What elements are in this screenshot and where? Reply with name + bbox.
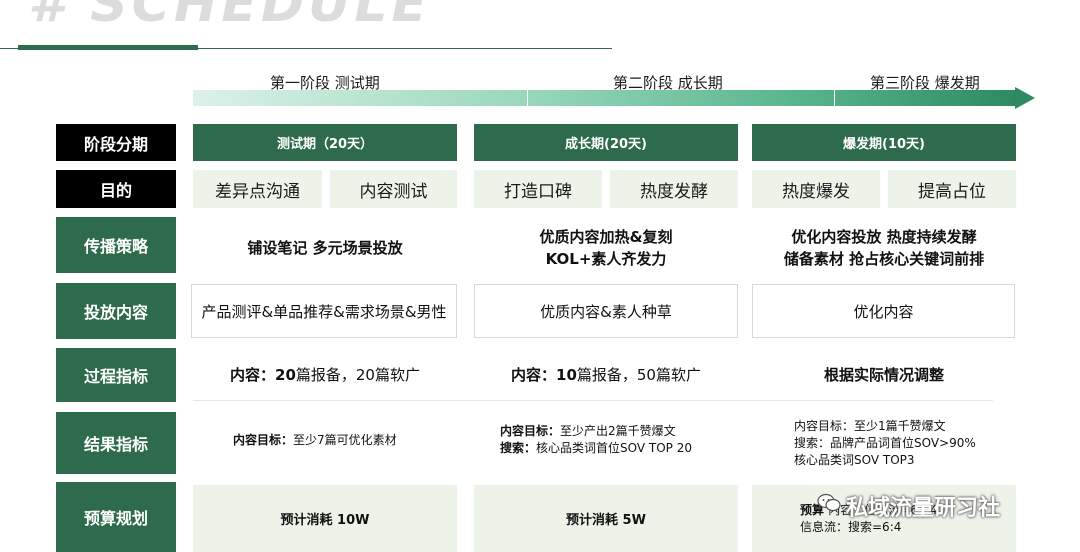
result-value: 核心品类词首位SOV TOP 20 <box>536 441 692 455</box>
process-bold: 根据实际情况调整 <box>823 365 944 384</box>
row-label-result: 结果指标 <box>56 412 176 474</box>
strategy-line: 铺设笔记 多元场景投放 <box>247 239 403 257</box>
purpose-cell: 内容测试 <box>330 170 457 208</box>
timeline-arrow <box>193 90 1015 106</box>
page-big-title: # SCHEDULE <box>28 0 431 34</box>
result-key: 内容目标： <box>233 432 294 447</box>
result-key: 搜索： <box>500 441 537 455</box>
strategy-line: KOL+素人齐发力 <box>545 250 667 268</box>
row-label-purpose: 目的 <box>56 170 176 208</box>
result-cell: 内容目标：至少7篇可优化素材 <box>233 402 457 478</box>
content-cell: 产品测评&单品推荐&需求场景&男性 <box>191 284 457 338</box>
row-label-strategy: 传播策略 <box>56 217 176 273</box>
result-key: 内容目标： <box>500 424 561 438</box>
stage-header-test: 测试期（20天） <box>193 124 457 161</box>
stage-header-growth: 成长期(20天) <box>474 124 738 161</box>
process-bold: 内容：20 <box>230 365 296 384</box>
wechat-icon <box>817 493 841 512</box>
strategy-cell: 优化内容投放 热度持续发酵 储备素材 抢占核心关键词前排 <box>752 218 1016 278</box>
purpose-cell: 打造口碑 <box>474 170 602 208</box>
purpose-cell: 差异点沟通 <box>193 170 322 208</box>
process-bold: 内容：10 <box>511 365 577 384</box>
title-accent-rule <box>18 45 198 50</box>
row-label-process: 过程指标 <box>56 348 176 402</box>
purpose-cell: 提高占位 <box>888 170 1016 208</box>
row-label-budget: 预算规划 <box>56 482 176 552</box>
process-cell: 内容：10 篇报备，50篇软广 <box>474 350 738 398</box>
stage-header-burst: 爆发期(10天) <box>752 124 1016 161</box>
result-cell: 内容目标：至少1篇千赞爆文 搜索：品牌产品词首位SOV>90% 核心品类词SOV… <box>794 415 1016 471</box>
timeline-arrowhead <box>1015 87 1035 109</box>
content-cell: 优化内容 <box>752 284 1015 338</box>
strategy-cell: 优质内容加热&复刻 KOL+素人齐发力 <box>474 218 738 278</box>
purpose-cell: 热度发酵 <box>610 170 738 208</box>
process-rest: 篇报备，20篇软广 <box>295 365 420 384</box>
result-cell: 内容目标：至少产出2篇千赞爆文 搜索：核心品类词首位SOV TOP 20 <box>500 402 738 478</box>
budget-cell: 预计消耗 10W <box>193 485 457 552</box>
timeline-divider <box>834 90 835 106</box>
watermark-text: 私域流量研习社 <box>846 496 1001 521</box>
process-rest: 篇报备，50篇软广 <box>576 365 701 384</box>
result-value: 核心品类词SOV TOP3 <box>794 452 915 467</box>
result-value: 至少产出2篇千赞爆文 <box>560 424 676 438</box>
result-value: 搜索：品牌产品词首位SOV>90% <box>794 435 976 450</box>
result-value: 至少7篇可优化素材 <box>293 432 397 447</box>
strategy-cell: 铺设笔记 多元场景投放 <box>193 218 457 278</box>
result-value: 内容目标：至少1篇千赞爆文 <box>794 418 946 433</box>
timeline-divider <box>527 90 528 106</box>
strategy-line: 优化内容投放 热度持续发酵 <box>791 228 977 246</box>
row-label-content: 投放内容 <box>56 283 176 339</box>
process-cell: 根据实际情况调整 <box>752 350 1016 398</box>
strategy-line: 储备素材 抢占核心关键词前排 <box>783 250 985 268</box>
row-label-stage: 阶段分期 <box>56 124 176 161</box>
process-cell: 内容：20 篇报备，20篇软广 <box>193 350 457 398</box>
purpose-cell: 热度爆发 <box>752 170 880 208</box>
content-cell: 优质内容&素人种草 <box>474 284 738 338</box>
strategy-line: 优质内容加热&复刻 <box>539 228 673 246</box>
budget-cell: 预计消耗 5W <box>474 485 738 552</box>
row-divider <box>193 400 993 401</box>
